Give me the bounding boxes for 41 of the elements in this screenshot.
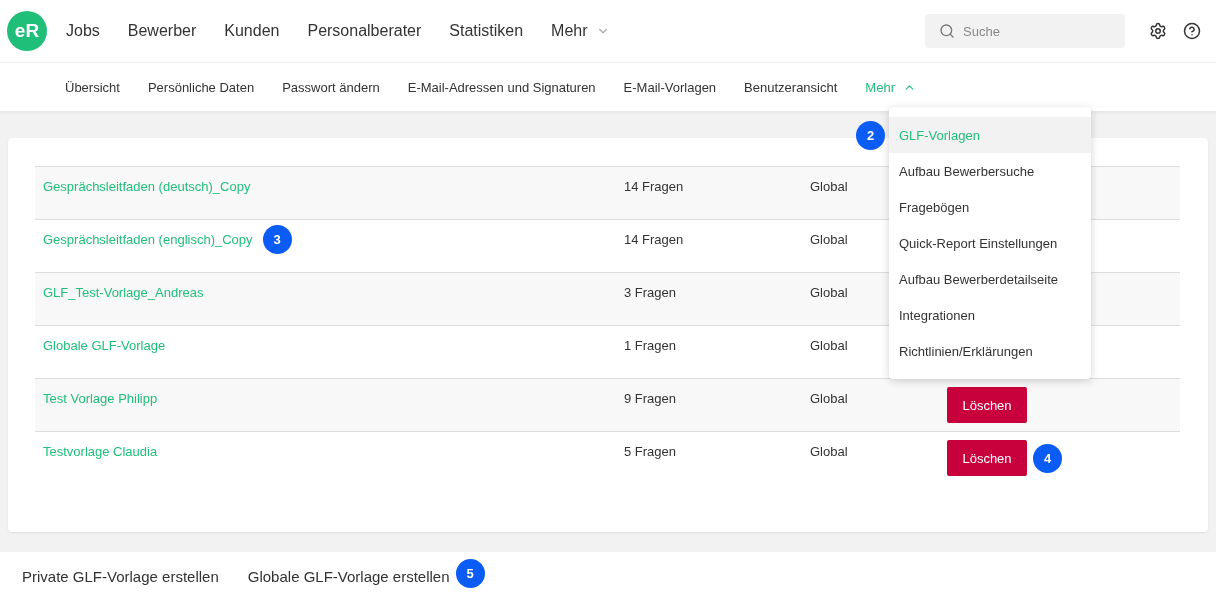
menu-item[interactable]: Aufbau Bewerbersuche [889,153,1091,189]
menu-item[interactable]: Fragebögen [889,189,1091,225]
scope-text: Global [810,232,848,247]
nav-item[interactable]: Statistiken [449,22,524,40]
question-count: 14 Fragen [624,232,684,247]
nav-item[interactable]: Kunden [224,22,280,40]
delete-button[interactable]: Löschen [947,440,1027,476]
nav-item[interactable]: Bewerber [127,22,197,40]
search-icon [939,23,955,39]
nav-item[interactable]: Personalberater [307,22,422,40]
nav-item[interactable]: Mehr [551,22,610,40]
scope-text: Global [810,391,848,406]
scope-text: Global [810,444,848,459]
question-count: 3 Fragen [624,285,677,300]
menu-item[interactable]: Integrationen [889,297,1091,333]
menu-item[interactable]: Quick-Report Einstellungen [889,225,1091,261]
question-count: 9 Fragen [624,391,677,406]
search-field[interactable]: Suche [925,14,1125,48]
delete-button[interactable]: Löschen [947,387,1027,423]
nav-item[interactable]: Jobs [66,22,100,40]
step-marker: 5 [455,559,485,588]
scope-text: Global [810,179,848,194]
step-marker: 3 [262,225,292,254]
sub-nav-tab[interactable]: Persönliche Daten [147,79,255,95]
sub-nav-tab[interactable]: Passwort ändern [282,79,380,95]
menu-item[interactable]: Richtlinien/Erklärungen [889,333,1091,369]
help-button[interactable] [1183,22,1201,40]
settings-button[interactable] [1149,22,1167,40]
sub-nav-tab[interactable]: E-Mail-Vorlagen [623,79,717,95]
menu-item[interactable]: Aufbau Bewerberdetailseite [889,261,1091,297]
question-count: 1 Fragen [624,338,677,353]
create-template-link[interactable]: Globale GLF-Vorlage erstellen [247,568,450,585]
create-template-link[interactable]: Private GLF-Vorlage erstellen [22,568,219,585]
scope-text: Global [810,285,848,300]
step-marker: 4 [1033,444,1062,473]
question-count: 14 Fragen [624,179,684,194]
question-count: 5 Fragen [624,444,677,459]
sub-nav-tab[interactable]: Benutzeransicht [744,79,838,95]
sub-nav-tab[interactable]: E-Mail-Adressen und Signaturen [407,79,596,95]
scope-text: Global [810,338,848,353]
sub-nav-tab[interactable]: Übersicht [65,79,120,95]
